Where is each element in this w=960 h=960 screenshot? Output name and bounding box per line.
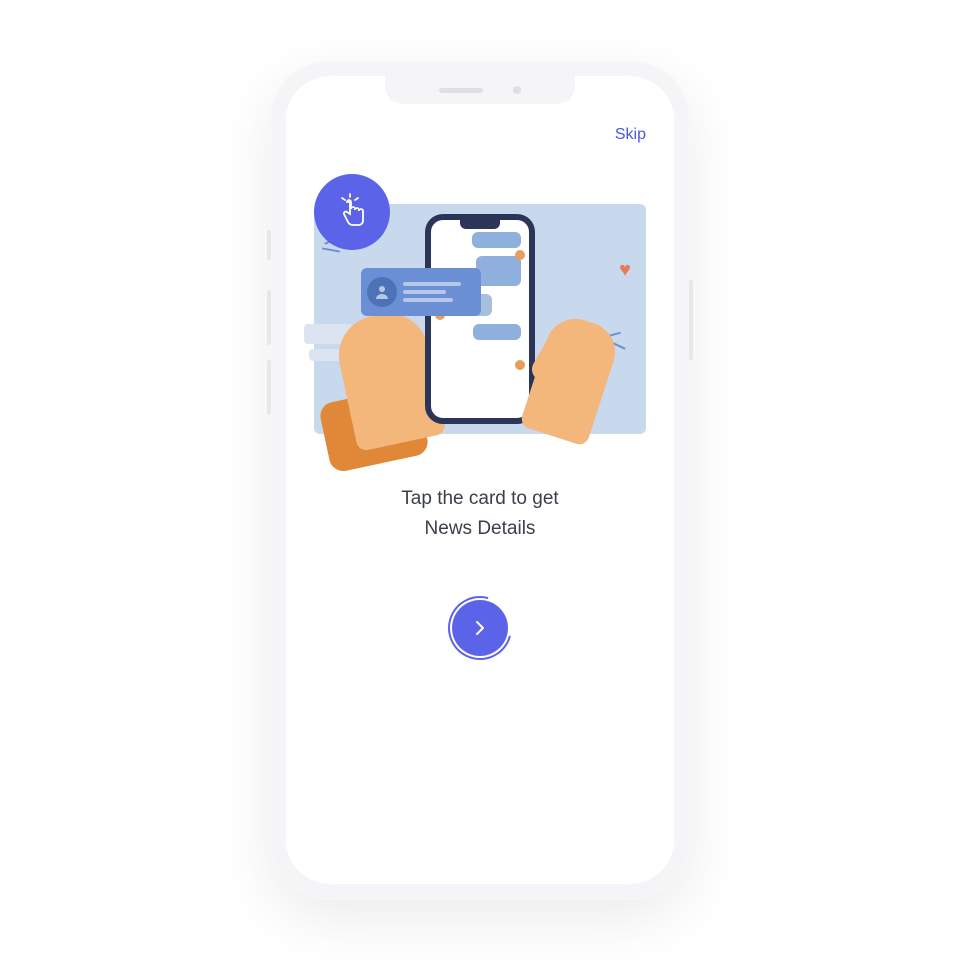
phone-volume-down <box>267 360 271 415</box>
chat-bubble <box>473 324 521 340</box>
avatar-icon <box>515 250 525 260</box>
onboarding-illustration: ♥ <box>314 204 646 434</box>
phone-mockup-frame: Skip <box>270 60 690 900</box>
profile-popup-card <box>361 268 481 316</box>
tap-gesture-icon <box>314 174 390 250</box>
profile-text-lines <box>403 282 475 302</box>
phone-volume-up <box>267 290 271 345</box>
illustration-phone <box>425 214 535 424</box>
profile-avatar-icon <box>367 277 397 307</box>
avatar-icon <box>515 360 525 370</box>
instruction-line-1: Tap the card to get <box>401 484 558 514</box>
chat-bubble <box>476 256 521 286</box>
chat-bubble <box>472 232 521 248</box>
app-screen: Skip <box>286 76 674 884</box>
onboarding-content: ♥ Tap the card to get News Details <box>286 154 674 884</box>
phone-power-button <box>689 280 693 360</box>
phone-mute-switch <box>267 230 271 260</box>
next-button[interactable] <box>452 600 508 656</box>
skip-button[interactable]: Skip <box>615 126 646 144</box>
instruction-line-2: News Details <box>401 514 558 544</box>
illustration-phone-notch <box>460 219 500 229</box>
spark-line <box>322 247 340 252</box>
phone-notch <box>385 76 575 104</box>
heart-icon: ♥ <box>619 259 631 282</box>
chevron-right-icon <box>470 618 490 638</box>
onboarding-instruction-text: Tap the card to get News Details <box>401 484 558 545</box>
